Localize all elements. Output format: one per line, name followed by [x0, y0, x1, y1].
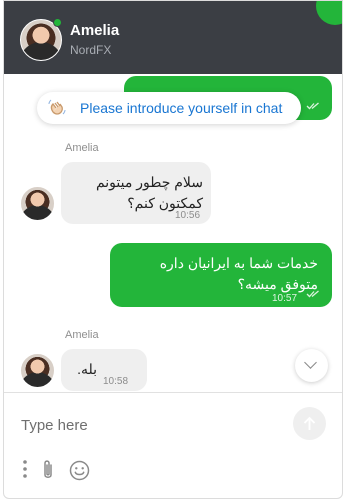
send-button[interactable] [293, 407, 326, 440]
emoji-smile-icon [69, 460, 90, 481]
message-bubble-incoming: سلام چطور میتونم کمکتون کنم؟ 10:56 [61, 162, 211, 224]
agent-avatar-small [20, 186, 55, 221]
corner-accent [316, 1, 342, 25]
chevron-down-icon [304, 356, 317, 369]
message-time: 10:58 [103, 376, 129, 387]
paperclip-icon [44, 460, 52, 478]
message-text: بله. [77, 361, 97, 377]
scroll-down-button[interactable] [295, 349, 328, 382]
more-options-button[interactable] [21, 459, 29, 484]
agent-company: NordFX [70, 43, 112, 57]
agent-avatar-small [20, 353, 55, 388]
arrow-up-icon [303, 416, 316, 430]
message-input[interactable] [19, 409, 283, 441]
agent-name: Amelia [70, 22, 120, 39]
prompt-text: Please introduce yourself in chat [80, 100, 283, 116]
attach-file-button[interactable] [41, 459, 55, 486]
sender-name: Amelia [65, 329, 99, 341]
read-check-icon [306, 290, 319, 298]
message-time: 10:57 [272, 293, 298, 304]
emoji-button[interactable] [69, 460, 90, 486]
sender-name: Amelia [65, 142, 99, 154]
chat-widget: Amelia NordFX Amelia سلام چطور میتونم کم… [3, 0, 343, 499]
chat-header: Amelia NordFX [4, 1, 342, 74]
waving-hand-icon [48, 99, 66, 121]
message-bubble-outgoing: خدمات شما به ایرانیان داره متوفق میشه؟ 1… [110, 243, 332, 307]
message-time: 10:56 [175, 210, 201, 221]
introduce-yourself-prompt[interactable]: Please introduce yourself in chat [37, 92, 301, 124]
more-vertical-icon [23, 460, 27, 478]
message-bubble-incoming: بله. 10:58 [61, 349, 147, 391]
composer-divider [4, 392, 342, 393]
online-status-dot [53, 18, 62, 27]
read-check-icon [306, 102, 319, 110]
